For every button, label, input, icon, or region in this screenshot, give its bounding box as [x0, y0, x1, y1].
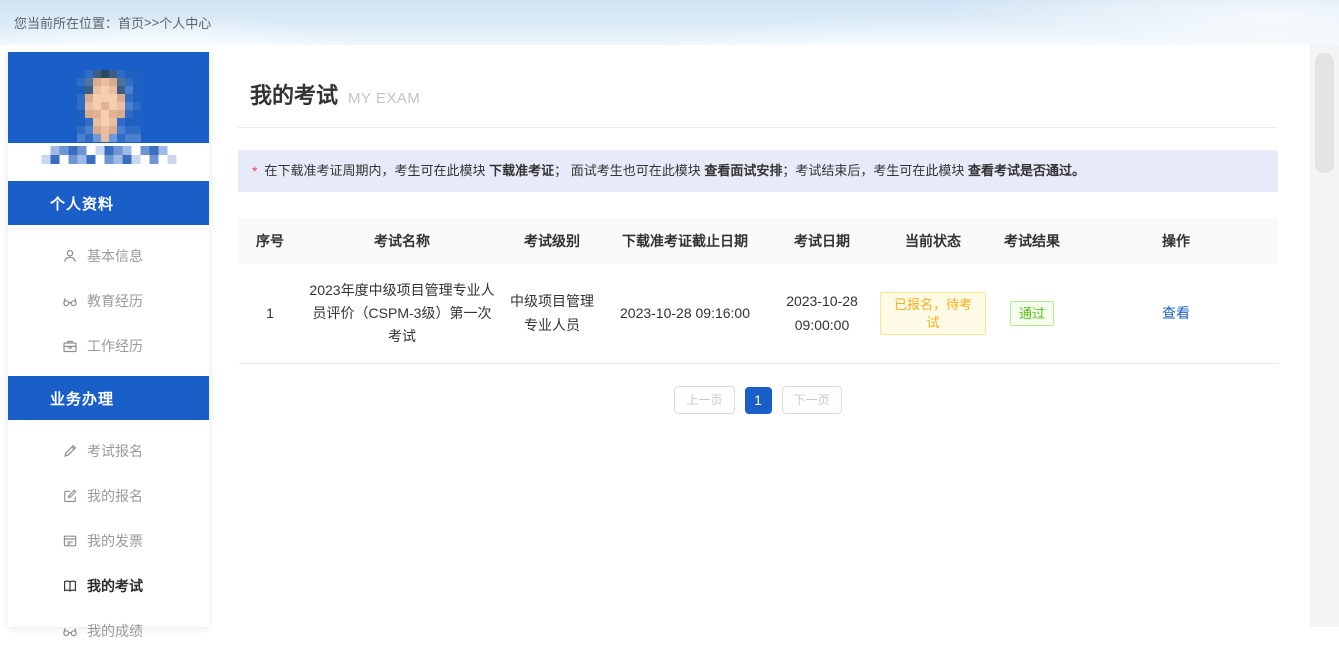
breadcrumb: 您当前所在位置：首页>>个人中心 — [0, 0, 1339, 45]
glasses-icon — [62, 293, 78, 309]
result-badge: 通过 — [1010, 301, 1054, 327]
next-page-button[interactable]: 下一页 — [782, 386, 842, 414]
col-header-exam-date: 考试日期 — [768, 231, 876, 251]
breadcrumb-prefix: 您当前所在位置： — [14, 13, 118, 32]
scrollbar-thumb[interactable] — [1315, 53, 1334, 173]
main-content: 我的考试 MY EXAM * 在下载准考证周期内，考生可在此模块 下载准考证； … — [238, 60, 1278, 414]
book-icon — [62, 578, 78, 594]
pencil-icon — [62, 443, 78, 459]
scrollbar-track[interactable] — [1310, 45, 1339, 627]
glasses-icon — [62, 623, 78, 639]
sidebar: 个人资料 基本信息 教育经历 工作经历 业务办理 考 — [8, 52, 209, 627]
avatar — [77, 69, 141, 143]
briefcase-icon — [62, 338, 78, 354]
table-header-row: 序号 考试名称 考试级别 下载准考证截止日期 考试日期 当前状态 考试结果 操作 — [238, 218, 1278, 264]
title-divider — [238, 127, 1278, 128]
col-header-status: 当前状态 — [876, 231, 990, 251]
status-badge: 已报名，待考试 — [880, 292, 986, 335]
notice-banner: * 在下载准考证周期内，考生可在此模块 下载准考证； 面试考生也可在此模块 查看… — [238, 150, 1278, 192]
cell-status: 已报名，待考试 — [876, 286, 990, 341]
notice-text: 在下载准考证周期内，考生可在此模块 下载准考证； 面试考生也可在此模块 查看面试… — [264, 161, 1085, 181]
cell-exam-name: 2023年度中级项目管理专业人员评价（CSPM-3级）第一次考试 — [302, 273, 502, 354]
cell-result: 通过 — [990, 295, 1074, 333]
col-header-ticket-deadline: 下载准考证截止日期 — [602, 231, 768, 251]
sidebar-section-business: 业务办理 — [8, 376, 209, 420]
required-asterisk: * — [252, 161, 257, 182]
sidebar-item-basic-info[interactable]: 基本信息 — [8, 233, 209, 278]
col-header-exam-name: 考试名称 — [302, 231, 502, 251]
sidebar-item-my-scores[interactable]: 我的成绩 — [8, 608, 209, 653]
view-link[interactable]: 查看 — [1162, 305, 1190, 321]
breadcrumb-separator: >> — [144, 15, 159, 30]
page-subtitle: MY EXAM — [348, 90, 420, 107]
sidebar-item-education[interactable]: 教育经历 — [8, 278, 209, 323]
profile-name-blurred — [8, 143, 209, 167]
col-header-index: 序号 — [238, 231, 302, 251]
sidebar-item-my-invoice[interactable]: 我的发票 — [8, 518, 209, 563]
page-title: 我的考试 — [250, 78, 338, 110]
col-header-result: 考试结果 — [990, 231, 1074, 251]
col-header-exam-level: 考试级别 — [502, 231, 602, 251]
cell-index: 1 — [238, 296, 302, 331]
pagination: 上一页 1 下一页 — [238, 386, 1278, 414]
sidebar-menu-business: 考试报名 我的报名 我的发票 我的考试 我的成绩 — [8, 420, 209, 661]
breadcrumb-current: 个人中心 — [159, 13, 211, 32]
col-header-action: 操作 — [1074, 231, 1278, 251]
table-row: 1 2023年度中级项目管理专业人员评价（CSPM-3级）第一次考试 中级项目管… — [238, 264, 1278, 364]
sidebar-item-work-history[interactable]: 工作经历 — [8, 323, 209, 368]
cell-exam-level: 中级项目管理专业人员 — [502, 284, 602, 342]
sidebar-menu-personal: 基本信息 教育经历 工作经历 — [8, 225, 209, 376]
breadcrumb-home-link[interactable]: 首页 — [118, 13, 144, 32]
sidebar-item-exam-registration[interactable]: 考试报名 — [8, 428, 209, 473]
prev-page-button[interactable]: 上一页 — [674, 386, 734, 414]
invoice-icon — [62, 533, 78, 549]
note-edit-icon — [62, 488, 78, 504]
cell-ticket-deadline: 2023-10-28 09:16:00 — [602, 296, 768, 331]
sidebar-item-my-registration[interactable]: 我的报名 — [8, 473, 209, 518]
exam-table: 序号 考试名称 考试级别 下载准考证截止日期 考试日期 当前状态 考试结果 操作… — [238, 218, 1278, 364]
user-icon — [62, 248, 78, 264]
cell-action: 查看 — [1074, 296, 1278, 331]
sidebar-item-my-exam[interactable]: 我的考试 — [8, 563, 209, 608]
profile-header — [8, 52, 209, 143]
current-page-button[interactable]: 1 — [745, 387, 772, 414]
sidebar-section-personal-info: 个人资料 — [8, 181, 209, 225]
page-title-row: 我的考试 MY EXAM — [250, 78, 1278, 110]
cell-exam-date: 2023-10-28 09:00:00 — [768, 284, 876, 342]
